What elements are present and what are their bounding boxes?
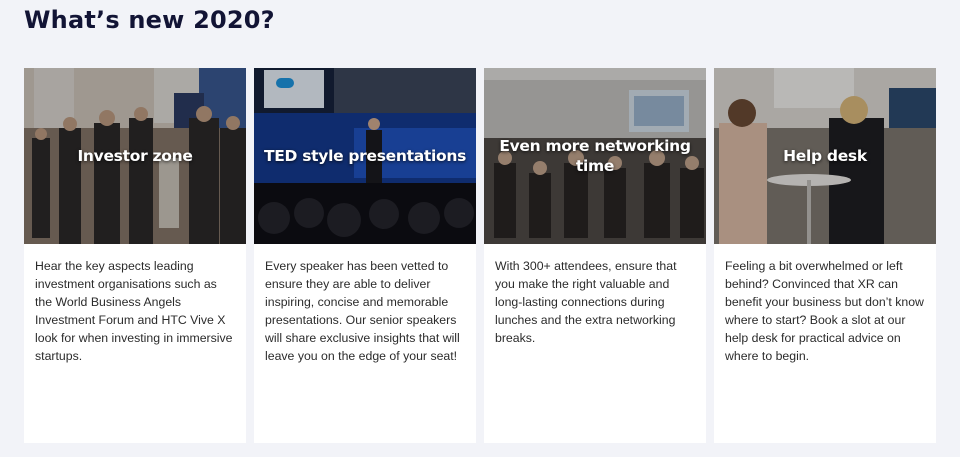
card-image: Even more networking time <box>484 68 706 244</box>
feature-cards: Investor zone Hear the key aspects leadi… <box>24 68 936 443</box>
card-title: TED style presentations <box>264 147 467 165</box>
card-help-desk[interactable]: Help desk Feeling a bit overwhelmed or l… <box>714 68 936 443</box>
card-description: With 300+ attendees, ensure that you mak… <box>495 259 677 345</box>
card-image: Help desk <box>714 68 936 244</box>
card-title: Investor zone <box>77 147 193 165</box>
card-image: TED style presentations <box>254 68 476 244</box>
card-title: Even more networking time <box>499 137 691 175</box>
page-title: What’s new 2020? <box>24 6 275 34</box>
card-image: Investor zone <box>24 68 246 244</box>
card-even-more-networking-time[interactable]: Even more networking time With 300+ atte… <box>484 68 706 443</box>
card-description: Every speaker has been vetted to ensure … <box>265 259 460 363</box>
card-description: Feeling a bit overwhelmed or left behind… <box>725 259 924 363</box>
card-ted-style-presentations[interactable]: TED style presentations Every speaker ha… <box>254 68 476 443</box>
card-description: Hear the key aspects leading investment … <box>35 259 233 363</box>
card-investor-zone[interactable]: Investor zone Hear the key aspects leadi… <box>24 68 246 443</box>
card-title: Help desk <box>783 147 867 165</box>
